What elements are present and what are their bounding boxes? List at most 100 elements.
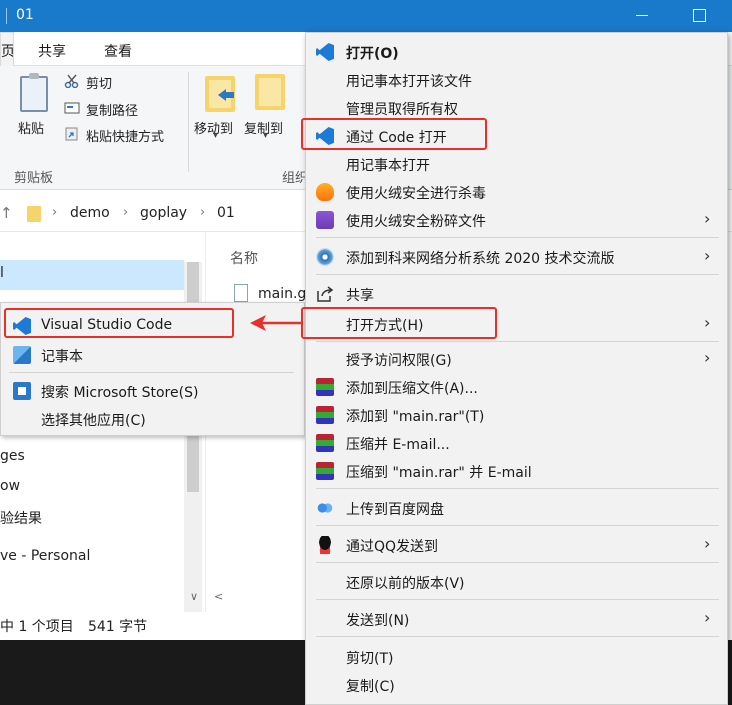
submenu-item-notepad[interactable]: 记事本 xyxy=(1,341,304,369)
menu-separator xyxy=(316,562,719,563)
file-name[interactable]: main.g xyxy=(258,286,306,302)
tab-share[interactable]: 共享 xyxy=(38,41,66,61)
status-selected: 中 1 个项目 xyxy=(0,619,74,635)
notepad-icon xyxy=(13,346,31,364)
submenu-item-store[interactable]: 搜索 Microsoft Store(S) xyxy=(1,377,304,405)
menu-separator xyxy=(316,488,719,489)
scroll-left-icon[interactable]: < xyxy=(214,590,223,603)
menu-item-open[interactable]: 打开(O) xyxy=(306,38,727,66)
nav-item[interactable]: ow xyxy=(0,478,20,494)
menu-item-label: 打开(O) xyxy=(346,46,399,62)
menu-item-open-notepad[interactable]: 用记事本打开 xyxy=(306,150,727,178)
menu-separator xyxy=(316,237,719,238)
tab-home-label: 页 xyxy=(1,44,14,60)
menu-separator xyxy=(316,599,719,600)
menu-item-label: 添加到科来网络分析系统 2020 技术交流版 xyxy=(346,251,615,267)
menu-item-send-to[interactable]: 发送到(N) › xyxy=(306,605,727,633)
menu-item-copy[interactable]: 复制(C) xyxy=(306,671,727,699)
menu-item-label: 添加到 "main.rar"(T) xyxy=(346,409,485,425)
menu-item-colasoft[interactable]: 添加到科来网络分析系统 2020 技术交流版 › xyxy=(306,243,727,271)
nav-item[interactable]: ges xyxy=(0,448,25,464)
menu-item-huorong-shred[interactable]: 使用火绒安全粉碎文件 › xyxy=(306,206,727,234)
tab-home[interactable]: 页 xyxy=(0,32,14,66)
ribbon-divider xyxy=(188,72,189,172)
winrar-icon xyxy=(316,434,334,452)
submenu-arrow-icon: › xyxy=(704,313,711,332)
copy-to-folder-icon[interactable] xyxy=(255,74,285,110)
menu-item-label: 管理员取得所有权 xyxy=(346,102,458,118)
highlight-box xyxy=(301,118,487,150)
menu-separator xyxy=(316,341,719,342)
menu-item-label: 使用火绒安全进行杀毒 xyxy=(346,186,486,202)
folder-icon xyxy=(27,206,41,222)
menu-item-add-main-rar[interactable]: 添加到 "main.rar"(T) xyxy=(306,401,727,429)
huorong-icon xyxy=(316,183,334,201)
submenu-item-label: 搜索 Microsoft Store(S) xyxy=(41,385,199,401)
menu-item-compress-email[interactable]: 压缩并 E-mail... xyxy=(306,429,727,457)
breadcrumb-goplay[interactable]: goplay xyxy=(140,205,187,221)
copy-path-button[interactable]: 复制路径 xyxy=(86,100,138,119)
move-to-dropdown-icon: ▾ xyxy=(213,130,219,141)
paste-shortcut-icon xyxy=(65,127,78,141)
menu-item-open-notepad-file[interactable]: 用记事本打开该文件 xyxy=(306,66,727,94)
menu-item-cut[interactable]: 剪切(T) xyxy=(306,643,727,671)
scissors-icon xyxy=(64,74,79,88)
menu-item-share[interactable]: 共享 xyxy=(306,280,727,308)
winrar-icon xyxy=(316,406,334,424)
nav-selected-item[interactable]: l xyxy=(0,260,184,290)
nav-item[interactable]: 验结果 xyxy=(0,508,42,528)
submenu-item-choose-app[interactable]: 选择其他应用(C) xyxy=(1,405,304,433)
nav-selected-label: l xyxy=(0,265,4,281)
breadcrumb-separator-icon: › xyxy=(123,205,129,220)
baidu-netdisk-icon xyxy=(316,499,334,517)
qq-icon xyxy=(316,536,334,554)
move-arrow-icon xyxy=(218,89,234,101)
nav-scroll-down-icon[interactable]: ∨ xyxy=(190,590,198,603)
submenu-arrow-icon: › xyxy=(704,348,711,367)
submenu-arrow-icon: › xyxy=(704,608,711,627)
submenu-item-label: 选择其他应用(C) xyxy=(41,413,146,429)
menu-item-label: 使用火绒安全粉碎文件 xyxy=(346,214,486,230)
paste-shortcut-button[interactable]: 粘贴快捷方式 xyxy=(86,126,164,145)
menu-item-restore-versions[interactable]: 还原以前的版本(V) xyxy=(306,568,727,596)
submenu-arrow-icon: › xyxy=(704,246,711,265)
menu-item-label: 上传到百度网盘 xyxy=(346,502,444,518)
menu-separator xyxy=(316,274,719,275)
submenu-arrow-icon: › xyxy=(704,209,711,228)
up-arrow-icon[interactable]: ↑ xyxy=(0,204,13,222)
copy-to-dropdown-icon: ▾ xyxy=(263,130,269,141)
vscode-icon xyxy=(316,43,334,61)
menu-item-compress-rar-email[interactable]: 压缩到 "main.rar" 并 E-mail xyxy=(306,457,727,485)
cut-button[interactable]: 剪切 xyxy=(86,73,112,92)
highlight-box xyxy=(301,307,497,339)
paste-icon[interactable] xyxy=(20,73,48,112)
breadcrumb-demo[interactable]: demo xyxy=(70,205,110,221)
clipboard-group-label: 剪贴板 xyxy=(14,171,54,186)
menu-item-label: 添加到压缩文件(A)... xyxy=(346,381,478,397)
tab-view[interactable]: 查看 xyxy=(104,41,132,61)
paste-button[interactable]: 粘贴 xyxy=(18,118,44,137)
menu-separator xyxy=(316,525,719,526)
submenu-arrow-icon: › xyxy=(704,534,711,553)
menu-item-label: 通过QQ发送到 xyxy=(346,539,439,555)
breadcrumb-separator-icon: › xyxy=(200,205,206,220)
menu-item-label: 用记事本打开 xyxy=(346,158,430,174)
menu-item-qq-send[interactable]: 通过QQ发送到 › xyxy=(306,531,727,559)
menu-item-grant-access[interactable]: 授予访问权限(G) › xyxy=(306,345,727,373)
minimize-icon[interactable] xyxy=(636,15,648,16)
menu-item-label: 共享 xyxy=(346,288,374,304)
menu-item-label: 压缩并 E-mail... xyxy=(346,437,450,453)
title-bar: 01 xyxy=(0,0,732,32)
file-icon xyxy=(234,284,248,302)
menu-item-add-archive[interactable]: 添加到压缩文件(A)... xyxy=(306,373,727,401)
menu-item-baidu-upload[interactable]: 上传到百度网盘 xyxy=(306,494,727,522)
menu-separator xyxy=(316,636,719,637)
breadcrumb-separator-icon: › xyxy=(52,205,58,220)
maximize-icon[interactable] xyxy=(693,9,706,22)
nav-item[interactable]: ve - Personal xyxy=(0,548,90,564)
menu-item-huorong-scan[interactable]: 使用火绒安全进行杀毒 xyxy=(306,178,727,206)
breadcrumb-01[interactable]: 01 xyxy=(217,205,235,221)
column-header-name[interactable]: 名称 xyxy=(230,248,258,268)
shredder-icon xyxy=(316,211,334,229)
store-icon xyxy=(13,382,31,400)
